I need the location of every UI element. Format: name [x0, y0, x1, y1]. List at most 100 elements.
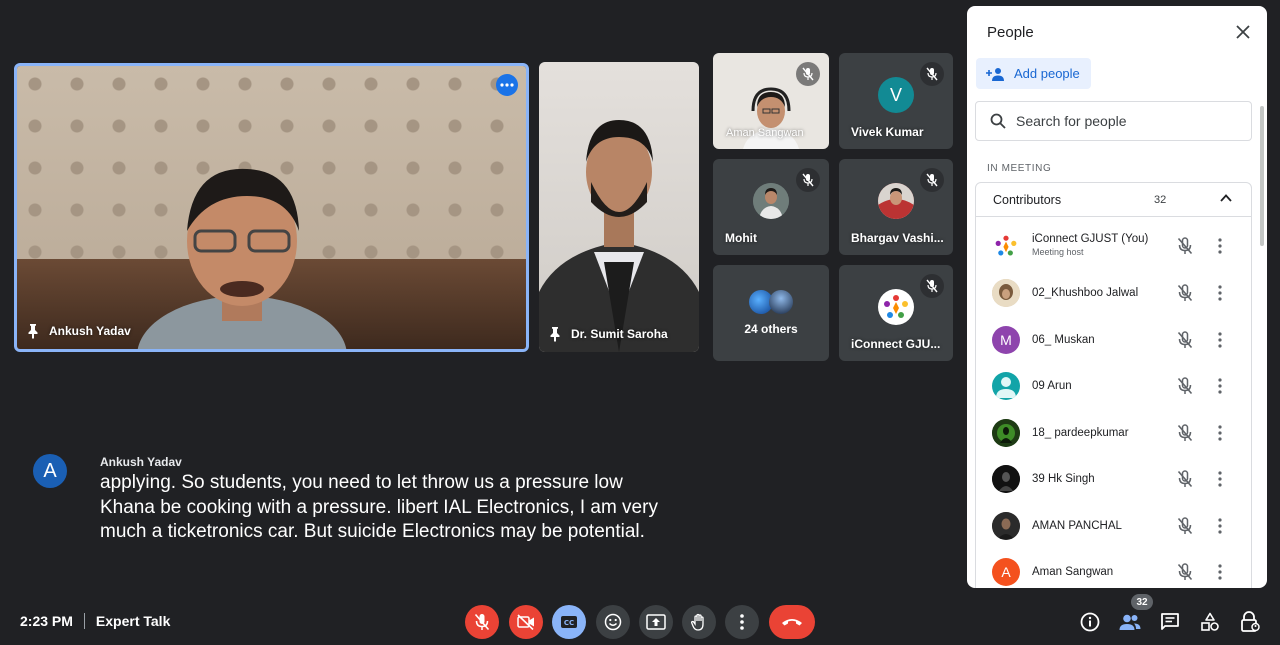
participant-row[interactable]: M 06_ Muskan: [976, 317, 1253, 363]
video-tile-iconnect[interactable]: iConnect GJU...: [839, 265, 953, 361]
more-options-button[interactable]: [725, 605, 759, 639]
more-vert-icon[interactable]: [1218, 425, 1222, 441]
participant-video-sumit: [539, 120, 699, 352]
raise-hand-button[interactable]: [682, 605, 716, 639]
search-people-input[interactable]: [1016, 113, 1236, 129]
more-vert-icon[interactable]: [1218, 378, 1222, 394]
participant-name: 06_ Muskan: [1032, 334, 1095, 346]
present-screen-button[interactable]: [639, 605, 673, 639]
participant-name: 02_Khushboo Jalwal: [1032, 287, 1139, 299]
participant-name: iConnect GJU...: [851, 337, 941, 351]
tile-label: Ankush Yadav: [27, 323, 131, 339]
avatar: [992, 465, 1020, 493]
search-icon: [990, 113, 1006, 129]
participant-name: Vivek Kumar: [851, 125, 924, 139]
video-tile-ankush-yadav[interactable]: Ankush Yadav: [14, 63, 529, 352]
microphone-toggle-button[interactable]: [465, 605, 499, 639]
avatar: [878, 289, 914, 326]
clock-time: 2:23 PM: [20, 613, 73, 629]
participant-name: Mohit: [725, 231, 757, 245]
mic-off-icon[interactable]: [1177, 517, 1193, 535]
more-vert-icon[interactable]: [1218, 238, 1222, 254]
avatar: [992, 279, 1020, 307]
video-tile-bhargav[interactable]: Bhargav Vashi...: [839, 159, 953, 255]
caption-speaker: Ankush Yadav: [100, 455, 182, 469]
search-box: [975, 101, 1252, 141]
pin-icon[interactable]: [27, 323, 39, 339]
video-tile-mohit[interactable]: Mohit: [713, 159, 829, 255]
avatar: [992, 372, 1020, 400]
host-controls-button[interactable]: [1238, 610, 1262, 634]
activities-icon: [1201, 612, 1219, 631]
mic-off-icon[interactable]: [1177, 470, 1193, 488]
participant-row[interactable]: 18_ pardeepkumar: [976, 410, 1253, 456]
group-count: 32: [1154, 194, 1167, 206]
add-people-button[interactable]: Add people: [976, 58, 1091, 89]
hand-icon: [691, 613, 704, 631]
avatar: [753, 183, 789, 220]
participant-name: Aman Sangwan: [1032, 566, 1114, 578]
camera-toggle-button[interactable]: [509, 605, 543, 639]
closed-captions-icon: CC: [561, 616, 577, 628]
mic-off-icon[interactable]: [1177, 237, 1193, 255]
participant-row[interactable]: 02_Khushboo Jalwal: [976, 270, 1253, 316]
more-vert-icon[interactable]: [1218, 564, 1222, 580]
divider: [83, 613, 85, 629]
others-count: 24 others: [744, 322, 798, 336]
more-vert-icon[interactable]: [1218, 285, 1222, 301]
emoji-icon: [604, 613, 622, 631]
people-button[interactable]: [1118, 610, 1142, 634]
chevron-up-icon[interactable]: [1220, 193, 1232, 203]
more-vert-icon[interactable]: [1218, 332, 1222, 348]
contributors-header[interactable]: Contributors 32: [976, 183, 1251, 217]
more-vert-icon[interactable]: [1218, 518, 1222, 534]
others-avatars: [749, 290, 795, 314]
people-count-badge: 32: [1131, 594, 1153, 610]
participant-row[interactable]: AMAN PANCHAL: [976, 503, 1253, 549]
mic-off-icon[interactable]: [1177, 331, 1193, 349]
leave-call-button[interactable]: [769, 605, 815, 639]
caption-text: applying. So students, you need to let t…: [100, 472, 658, 542]
video-tile-others[interactable]: 24 others: [713, 265, 829, 361]
pin-icon[interactable]: [549, 326, 561, 342]
captions-button[interactable]: CC: [552, 605, 586, 639]
mic-off-icon[interactable]: [1177, 563, 1193, 581]
participant-row[interactable]: iConnect GJUST (You) Meeting host: [976, 223, 1253, 269]
participant-role: Meeting host: [1032, 247, 1084, 257]
chat-icon: [1161, 613, 1179, 630]
participant-row[interactable]: 39 Hk Singh: [976, 456, 1253, 502]
avatar: [992, 512, 1020, 540]
video-tile-vivek-kumar[interactable]: V Vivek Kumar: [839, 53, 953, 149]
camera-off-icon: [517, 614, 534, 630]
participant-name: iConnect GJUST (You): [1032, 233, 1149, 245]
mic-off-icon[interactable]: [1177, 284, 1193, 302]
more-options-icon[interactable]: [496, 74, 518, 96]
video-tile-sumit-saroha[interactable]: Dr. Sumit Saroha: [539, 62, 699, 352]
reactions-button[interactable]: [596, 605, 630, 639]
people-panel: People Add people IN MEETING Contributor…: [967, 6, 1267, 588]
activities-button[interactable]: [1198, 610, 1222, 634]
participant-row[interactable]: A Aman Sangwan: [976, 549, 1253, 588]
participant-row[interactable]: 09 Arun: [976, 363, 1253, 409]
muted-mic-icon: [796, 62, 820, 86]
avatar: [769, 290, 793, 314]
avatar: [878, 183, 914, 220]
people-icon: [1119, 614, 1141, 630]
mic-off-icon[interactable]: [1177, 377, 1193, 395]
participant-name: 18_ pardeepkumar: [1032, 427, 1129, 439]
avatar: [992, 232, 1020, 260]
avatar: M: [992, 326, 1020, 354]
caption-avatar: A: [33, 454, 67, 488]
mic-off-icon[interactable]: [1177, 424, 1193, 442]
panel-scrollbar[interactable]: [1260, 106, 1264, 246]
meeting-details-button[interactable]: [1078, 610, 1102, 634]
lock-person-icon: [1241, 611, 1260, 632]
video-tile-aman-sangwan[interactable]: Aman Sangwan: [713, 53, 829, 149]
chat-button[interactable]: [1158, 610, 1182, 634]
more-vert-icon[interactable]: [1218, 471, 1222, 487]
close-panel-button[interactable]: [1233, 22, 1253, 42]
contributors-group: Contributors 32 iConnect GJUST (You) Mee…: [975, 182, 1252, 588]
participant-name: 39 Hk Singh: [1032, 473, 1095, 485]
participant-name: Bhargav Vashi...: [851, 231, 944, 245]
muted-mic-icon: [796, 168, 820, 192]
